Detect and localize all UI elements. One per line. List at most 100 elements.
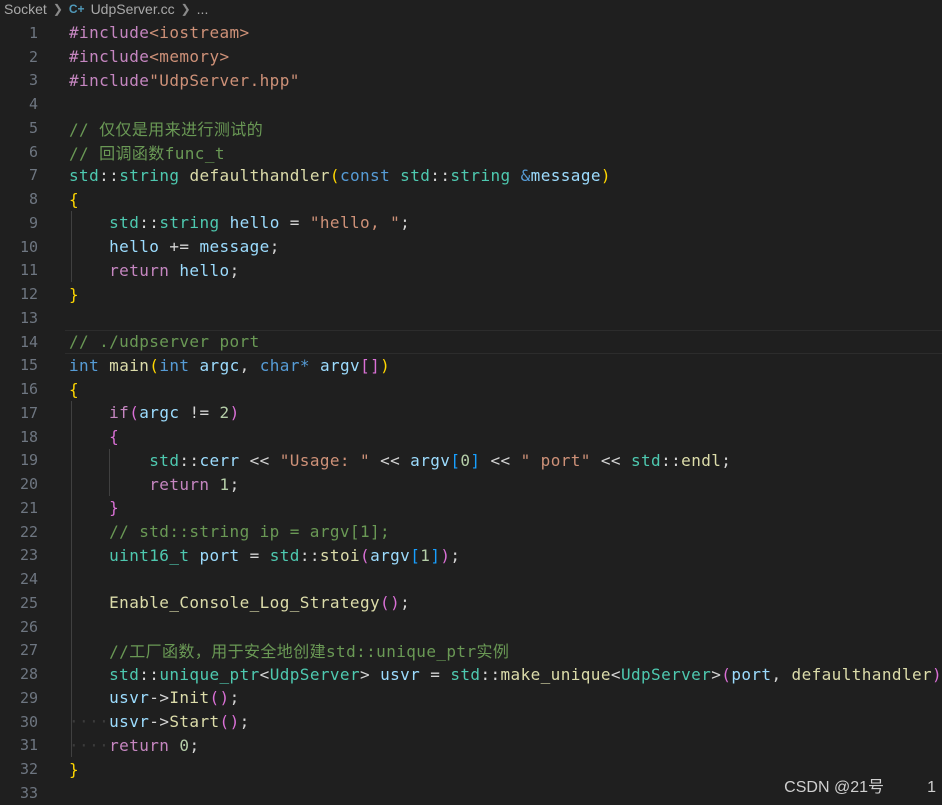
code-line[interactable]: 22 // std::string ip = argv[1];: [0, 519, 942, 544]
breadcrumb-folder[interactable]: Socket: [4, 1, 47, 17]
code-token: ::: [99, 165, 120, 185]
code-token: 0: [460, 450, 471, 470]
code-line[interactable]: 27 //工厂函数，用于安全地创建std::unique_ptr实例: [0, 638, 942, 663]
code-token: <<: [480, 450, 521, 470]
code-line[interactable]: 20 return 1;: [0, 472, 942, 496]
code-text: int main(int argc, char* argv[]): [69, 356, 390, 375]
code-token: Start: [169, 712, 220, 732]
code-text: // std::string ip = argv[1];: [69, 522, 390, 541]
line-number: 8: [28, 190, 38, 209]
code-line[interactable]: 16 {: [0, 377, 942, 401]
code-token: ;: [400, 593, 411, 613]
code-line[interactable]: 8{: [0, 187, 942, 211]
code-line[interactable]: 10 hello += message;: [0, 234, 942, 259]
code-line[interactable]: 6 // 回调函数func_t: [0, 140, 942, 164]
code-line[interactable]: 31 ····return 0;: [0, 733, 942, 758]
code-token: ····: [69, 712, 110, 732]
line-number: 30: [19, 712, 38, 731]
code-line[interactable]: 11 return hello;: [0, 258, 942, 283]
code-token: argv: [370, 545, 411, 565]
code-token: <<: [239, 450, 280, 470]
code-line[interactable]: 4: [0, 92, 942, 116]
code-line[interactable]: 5 // 仅仅是用来进行测试的: [0, 116, 942, 140]
code-token: uint16_t: [109, 545, 190, 565]
code-line[interactable]: 2 #include<memory>: [0, 45, 942, 69]
code-line[interactable]: 21 }: [0, 496, 942, 520]
code-text: #include"UdpServer.hpp": [69, 71, 300, 90]
code-token: ····: [69, 735, 110, 755]
code-text: ····return 0;: [69, 736, 199, 755]
code-token: defaulthandler: [189, 165, 330, 185]
line-number: 27: [19, 641, 38, 660]
line-number: 22: [19, 522, 38, 541]
code-line[interactable]: 18 {: [0, 424, 942, 449]
code-line[interactable]: 28 std::unique_ptr<UdpServer> usvr = std…: [0, 662, 942, 686]
code-editor[interactable]: 1 #include<iostream> 2 #include<memory> 3 #in…: [0, 21, 942, 805]
code-line[interactable]: 24: [0, 567, 942, 591]
code-line[interactable]: 3 #include"UdpServer.hpp": [0, 69, 942, 93]
breadcrumb: Socket ❯ C+ UdpServer.cc ❯ ...: [0, 0, 942, 18]
chevron-right-icon: ❯: [180, 2, 191, 16]
code-line[interactable]: 7 std::string defaulthandler(const std::s…: [0, 164, 942, 188]
code-line[interactable]: 14 // ./udpserver port: [0, 329, 942, 354]
code-line[interactable]: 23 uint16_t port = std::stoi(argv[1]);: [0, 543, 942, 568]
line-number: 15: [19, 356, 38, 375]
line-number: 11: [19, 261, 38, 280]
line-number: 23: [19, 546, 38, 565]
code-token: 1: [219, 474, 230, 494]
code-token: ::: [430, 165, 451, 185]
line-number: 24: [19, 570, 38, 589]
code-line[interactable]: 12}: [0, 282, 942, 306]
code-line[interactable]: 25 Enable_Console_Log_Strategy();: [0, 591, 942, 615]
code-line[interactable]: 13: [0, 306, 942, 330]
code-token: UdpServer: [620, 664, 712, 684]
code-token: usvr: [109, 688, 150, 708]
code-token: main: [109, 355, 150, 375]
code-line[interactable]: 15 int main(int argc, char* argv[]): [0, 354, 942, 378]
code-token: 2: [219, 403, 230, 423]
code-text: #include<memory>: [69, 47, 230, 66]
code-text: hello += message;: [69, 237, 280, 256]
code-token: ->: [149, 712, 170, 732]
indent-guide: [71, 567, 72, 591]
line-number: 18: [19, 427, 38, 446]
code-line[interactable]: 9 std::string hello = "hello, ";: [0, 211, 942, 235]
code-token: (): [380, 593, 401, 613]
breadcrumb-file[interactable]: UdpServer.cc: [91, 1, 175, 17]
code-text: std::string defaulthandler(const std::st…: [69, 166, 611, 185]
code-token: }: [69, 759, 80, 779]
code-token: <iostream>: [149, 23, 250, 43]
code-token: >: [360, 664, 381, 684]
line-number: 6: [28, 142, 38, 161]
code-text: // ./udpserver port: [69, 332, 260, 351]
code-text: {: [69, 380, 79, 399]
code-text: ····usvr->Start();: [69, 712, 250, 731]
code-line[interactable]: 1 #include<iostream>: [0, 21, 942, 45]
code-line[interactable]: 29 usvr->Init();: [0, 686, 942, 710]
code-text: uint16_t port = std::stoi(argv[1]);: [69, 546, 460, 565]
code-line[interactable]: 17 if(argc != 2): [0, 401, 942, 425]
code-token: ): [932, 664, 942, 684]
code-token: return: [149, 474, 210, 494]
breadcrumb-symbol[interactable]: ...: [197, 1, 209, 17]
code-line[interactable]: 26: [0, 614, 942, 639]
code-token: port: [199, 545, 240, 565]
code-line[interactable]: 30 ····usvr->Start();: [0, 709, 942, 734]
code-token: defaulthandler: [791, 664, 933, 684]
code-token: #include: [69, 23, 150, 43]
code-line[interactable]: 19 std::cerr << "Usage: " << argv[0] << …: [0, 448, 942, 473]
watermark: CSDN @21号: [784, 779, 884, 796]
code-token: message: [199, 237, 270, 257]
